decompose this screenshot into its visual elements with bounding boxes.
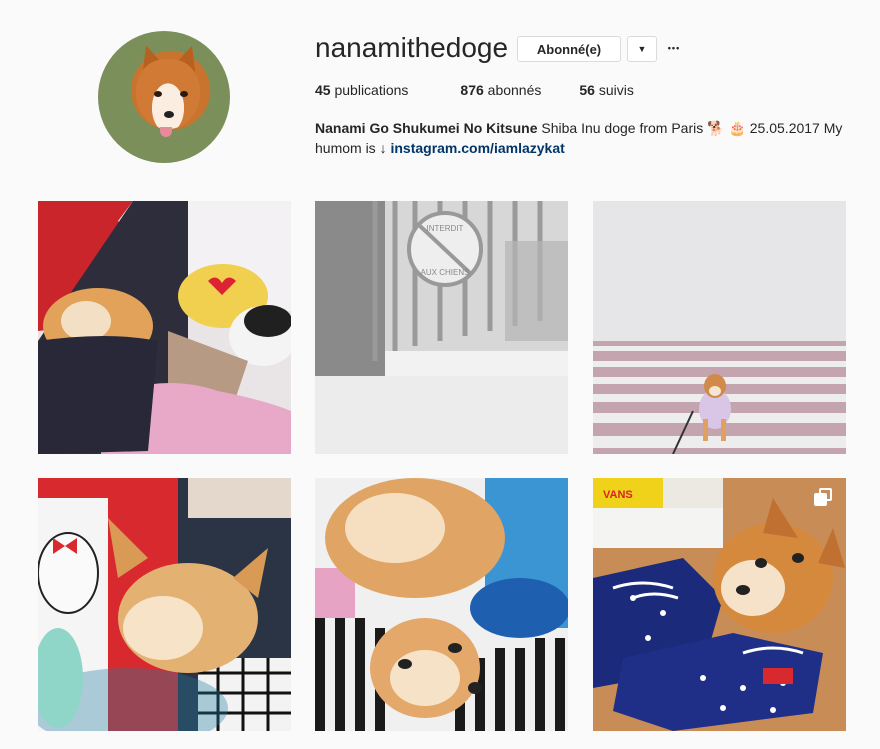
profile-avatar[interactable]: [98, 31, 230, 163]
more-options-button[interactable]: •••: [664, 36, 684, 62]
bio-link[interactable]: instagram.com/iamlazykat: [390, 140, 564, 156]
post-image: [593, 201, 846, 454]
following-button[interactable]: Abonné(e): [517, 36, 621, 62]
followers-label: abonnés: [487, 82, 542, 98]
stat-following[interactable]: 56 suivis: [579, 82, 633, 98]
stat-posts: 45 publications: [315, 82, 408, 98]
carousel-icon: [814, 488, 832, 506]
post-tile[interactable]: [593, 201, 846, 454]
post-tile[interactable]: [315, 478, 568, 731]
followers-count: 876: [460, 82, 484, 98]
bio-name: Nanami Go Shukumei No Kitsune: [315, 120, 538, 136]
following-label: suivis: [598, 82, 634, 98]
post-image: INTERDIT AUX CHIENS: [315, 201, 568, 454]
post-tile[interactable]: [38, 478, 291, 731]
svg-text:INTERDIT: INTERDIT: [427, 224, 464, 233]
chevron-down-icon: ▼: [637, 44, 647, 54]
profile-bio: Nanami Go Shukumei No Kitsune Shiba Inu …: [315, 118, 855, 158]
following-count: 56: [579, 82, 595, 98]
stat-followers[interactable]: 876 abonnés: [460, 82, 541, 98]
posts-count: 45: [315, 82, 331, 98]
post-image: [315, 478, 568, 731]
svg-text:VANS: VANS: [603, 489, 633, 501]
post-tile[interactable]: VANS: [593, 478, 846, 731]
post-image: [38, 478, 291, 731]
profile-stats: 45 publications 876 abonnés 56 suivis: [315, 82, 674, 98]
profile-username: nanamithedoge: [315, 32, 509, 63]
post-image: VANS: [593, 478, 846, 731]
post-image: [38, 201, 291, 454]
post-tile[interactable]: INTERDIT AUX CHIENS: [315, 201, 568, 454]
svg-text:AUX CHIENS: AUX CHIENS: [421, 268, 470, 277]
more-icon: •••: [667, 43, 681, 53]
suggestions-dropdown-button[interactable]: ▼: [627, 36, 657, 62]
post-tile[interactable]: [38, 201, 291, 454]
posts-label: publications: [334, 82, 409, 98]
